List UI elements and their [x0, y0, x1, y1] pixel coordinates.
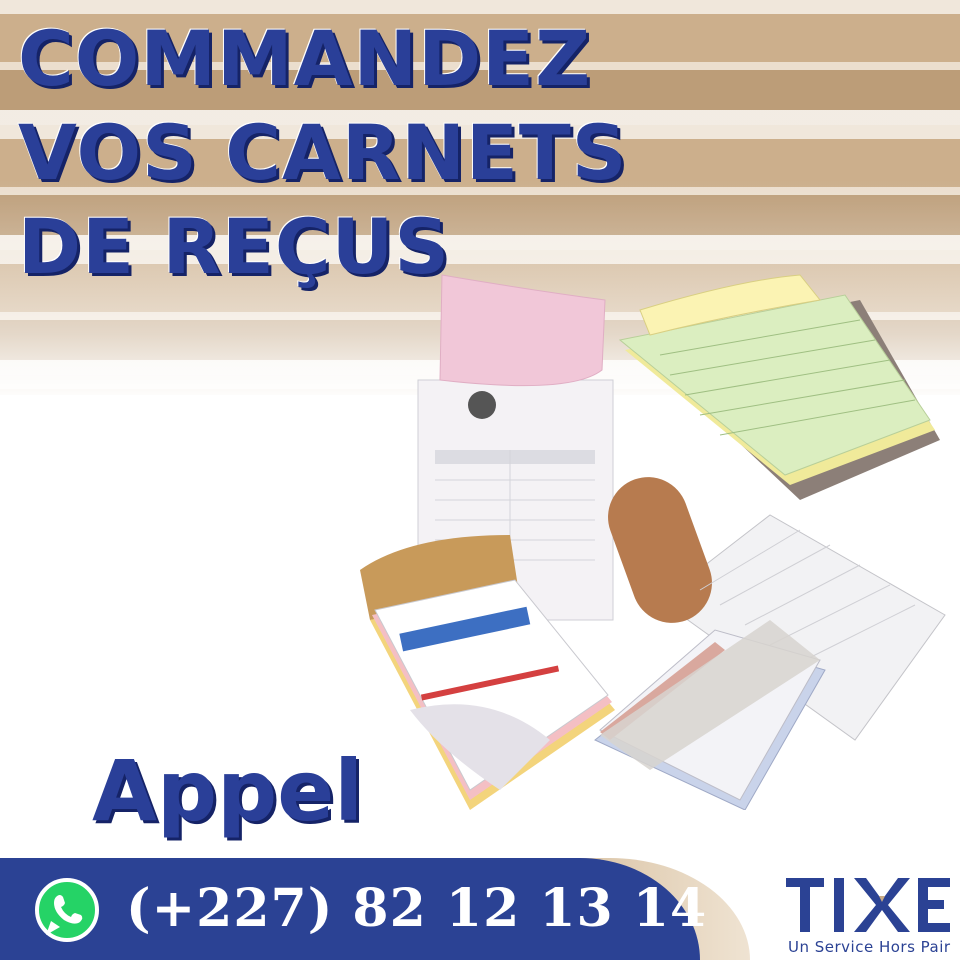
yellow-receipt-book	[618, 274, 940, 500]
call-label: Appel	[92, 742, 364, 840]
blue-receipt-book	[594, 620, 826, 810]
whatsapp-icon[interactable]	[34, 877, 100, 943]
headline-line-2: VOS CARNETS	[18, 108, 628, 197]
brand-tagline: Un Service Hors Pair	[788, 938, 951, 956]
headline: COMMANDEZ VOS CARNETS DE REÇUS	[18, 12, 628, 294]
headline-line-1: COMMANDEZ	[18, 14, 592, 103]
phone-number[interactable]: (+227) 82 12 13 14	[126, 878, 707, 939]
receipt-books-illustration	[360, 274, 946, 810]
